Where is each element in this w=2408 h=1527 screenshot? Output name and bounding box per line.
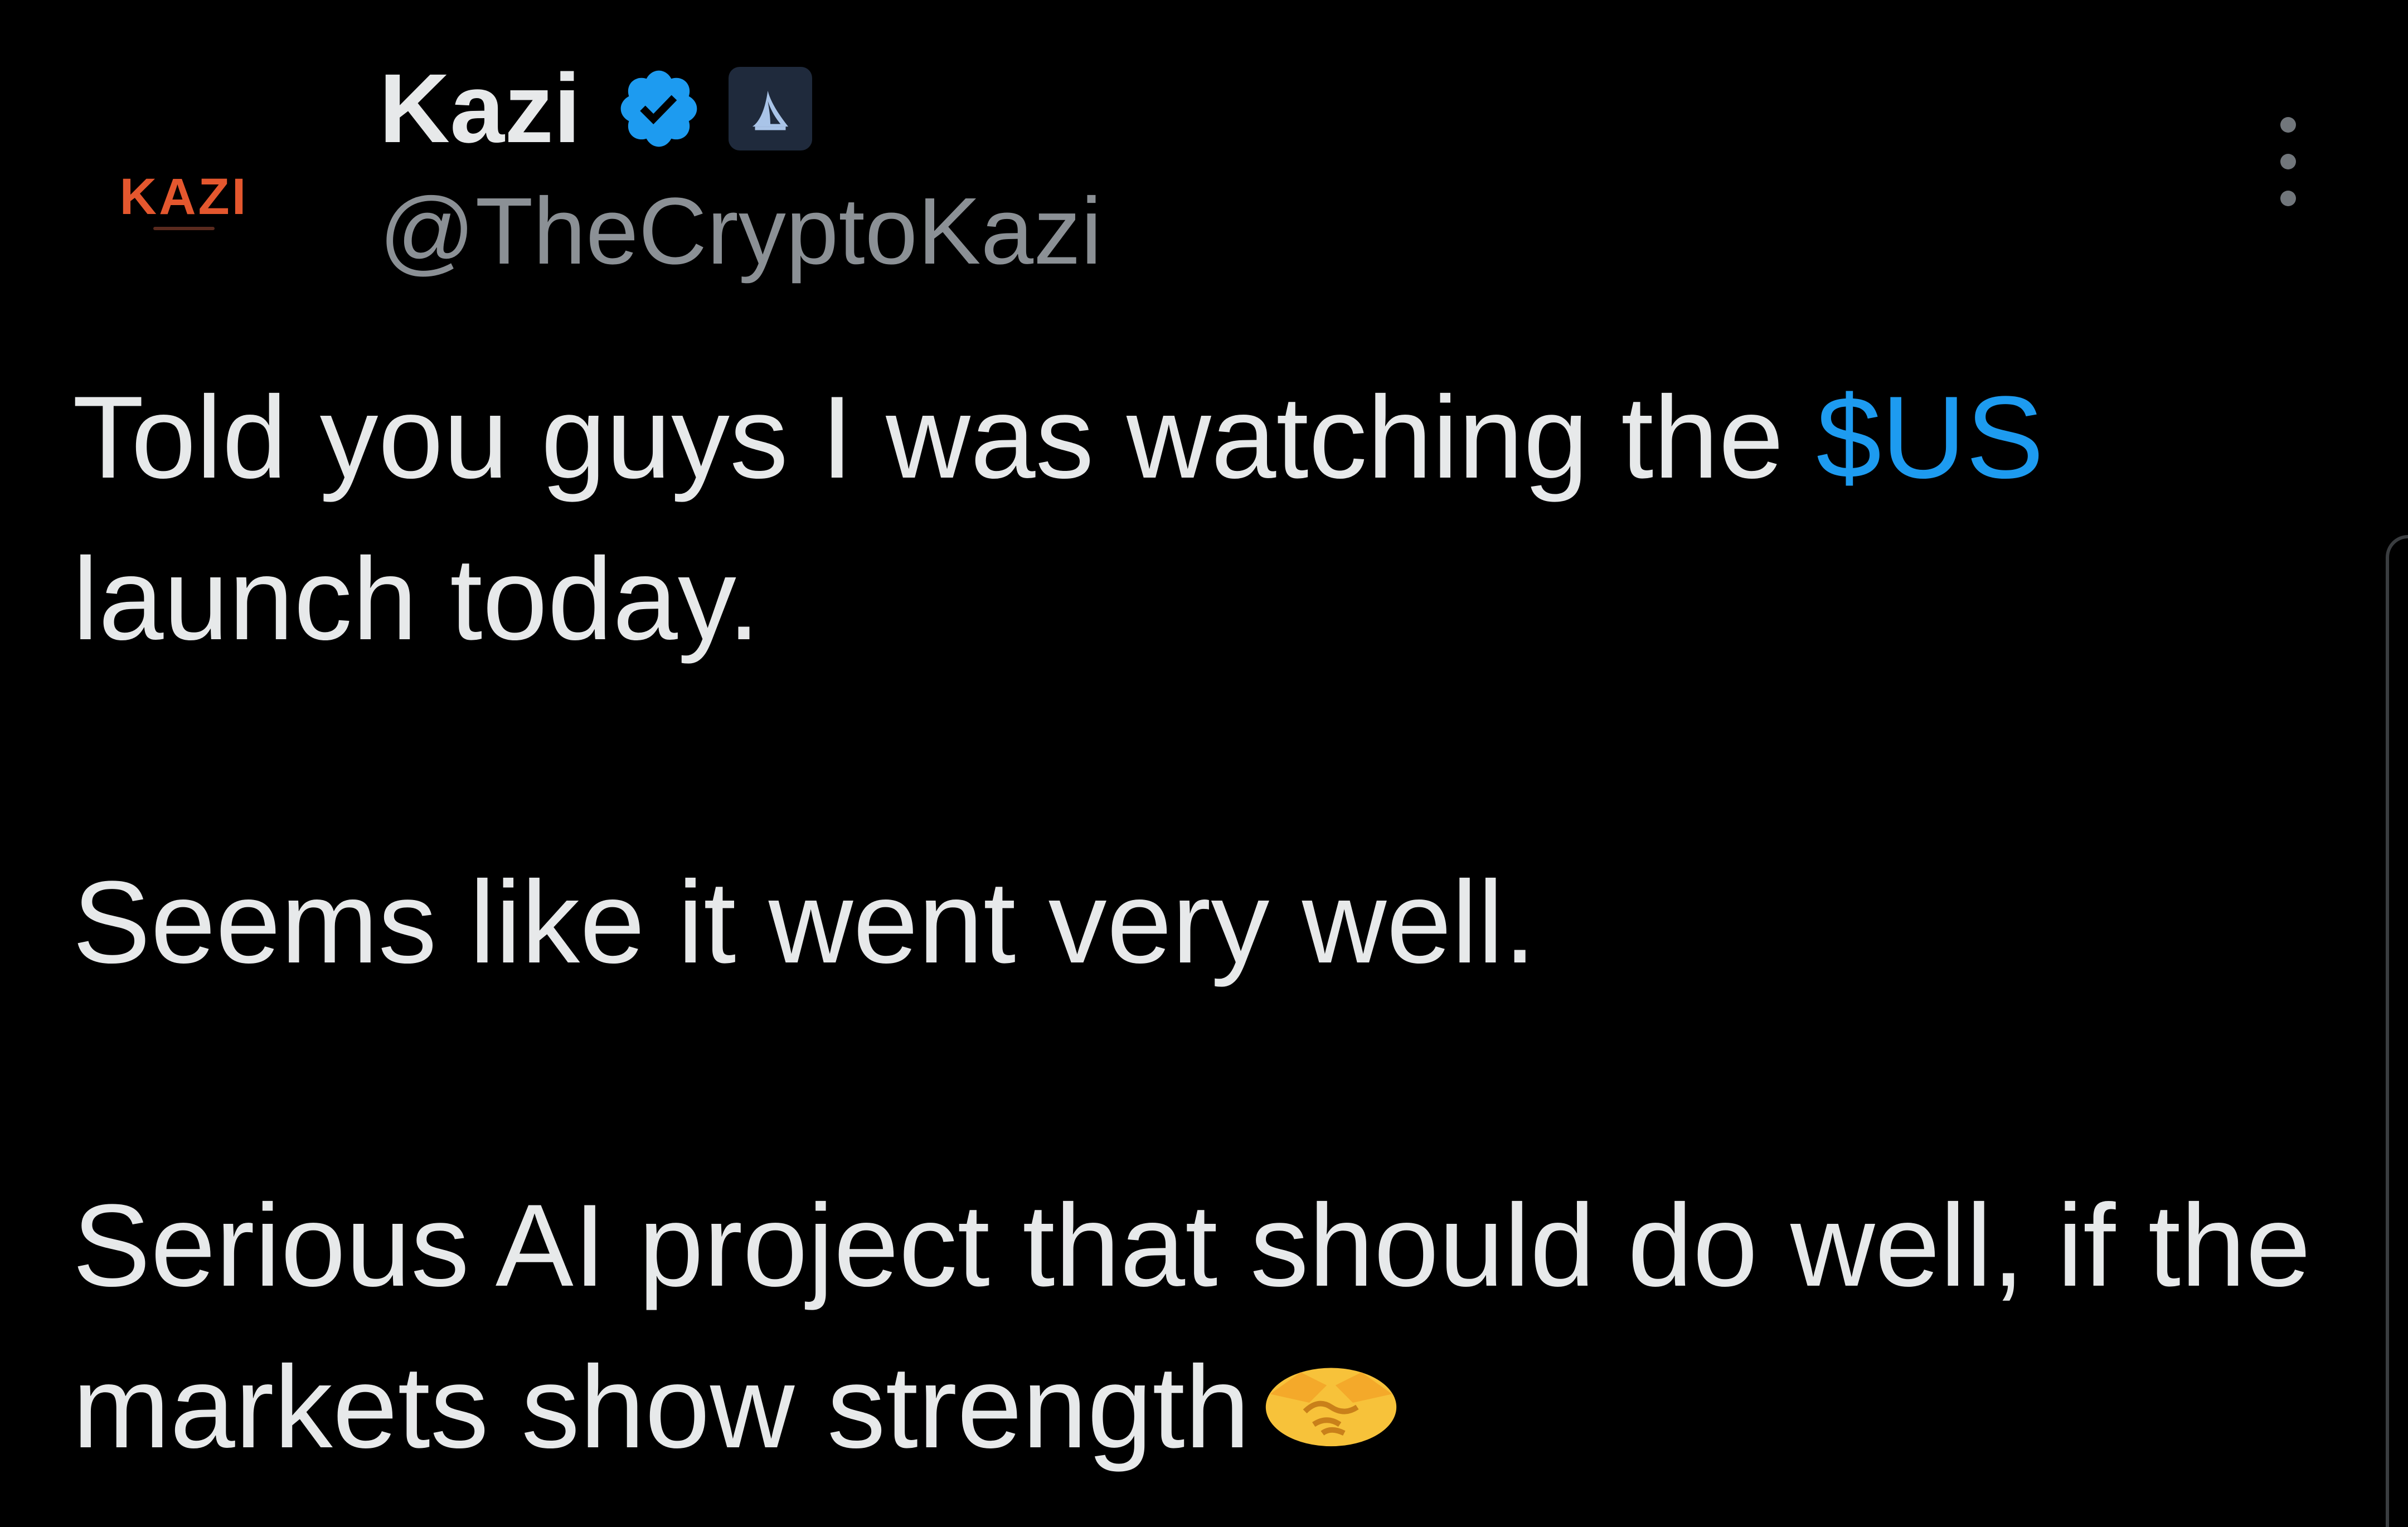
- tweet-text-segment: Told you guys I was watching the: [72, 372, 1817, 503]
- tweet-paragraph-1: Told you guys I was watching the $US lau…: [72, 357, 2336, 680]
- more-options-icon[interactable]: [2263, 117, 2313, 206]
- shark-fin-icon: [752, 90, 788, 130]
- author-display-name[interactable]: Kazi: [379, 60, 581, 158]
- author-handle[interactable]: @TheCryptoKazi: [379, 184, 1102, 279]
- affiliate-badge[interactable]: [728, 67, 812, 150]
- avatar-logo-text: KAZI: [119, 168, 249, 225]
- more-dot: [2280, 117, 2296, 133]
- scrollbar-track[interactable]: [2386, 535, 2408, 1527]
- more-dot: [2280, 191, 2296, 206]
- tweet-text-segment: Serious AI project that should do well, …: [72, 1180, 2311, 1472]
- tweet-card: KAZI Kazi @TheCryptoKazi Told you guys I…: [0, 0, 2408, 1527]
- tweet-text: Told you guys I was watching the $US lau…: [72, 357, 2336, 1488]
- cashtag-link[interactable]: $US: [1816, 372, 2044, 503]
- author-name-row: Kazi: [379, 56, 812, 162]
- avatar-logo-underline: [153, 227, 215, 230]
- more-dot: [2280, 154, 2296, 169]
- verified-badge-icon[interactable]: [614, 64, 703, 153]
- tweet-text-segment: launch today.: [72, 533, 760, 664]
- handshake-icon: [1261, 1338, 1401, 1449]
- tweet-paragraph-2: Seems like it went very well.: [72, 857, 1536, 988]
- avatar[interactable]: KAZI: [92, 109, 276, 293]
- tweet-paragraph-3: Serious AI project that should do well, …: [72, 1165, 2336, 1488]
